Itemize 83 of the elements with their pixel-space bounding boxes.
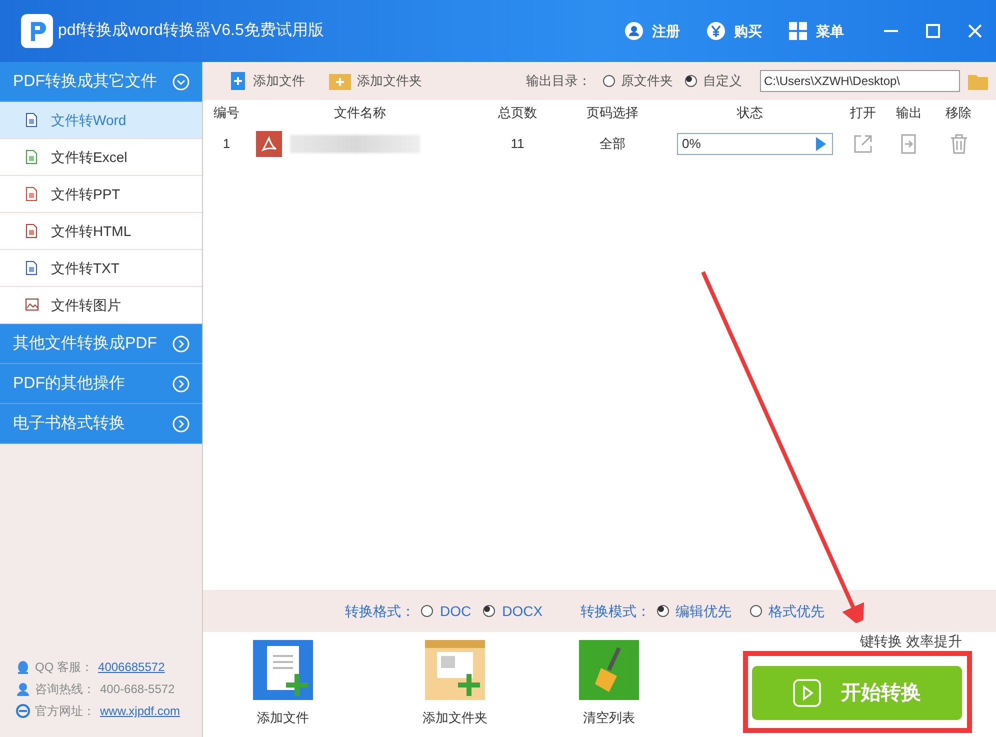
add-folder-icon bbox=[329, 71, 351, 91]
pdf-icon bbox=[256, 131, 282, 157]
toolbar-button[interactable]: 添加文件 bbox=[229, 71, 305, 91]
sidebar-item[interactable]: 文件转TXT bbox=[0, 250, 202, 287]
radio-label: DOC bbox=[440, 602, 472, 620]
contact-label: 咨询热线： bbox=[35, 681, 95, 698]
radio-label: 原文件夹 bbox=[621, 72, 673, 90]
column-header: 状态 bbox=[736, 104, 764, 122]
radio-button[interactable] bbox=[656, 605, 669, 617]
window-title: pdf转换成word转换器V6.5免费试用版 bbox=[58, 20, 324, 41]
radio-button[interactable] bbox=[421, 605, 433, 617]
radio-button[interactable] bbox=[603, 75, 615, 87]
title-bar-button[interactable]: 注册 bbox=[624, 20, 680, 42]
document-icon bbox=[25, 149, 39, 165]
radio-button[interactable] bbox=[685, 75, 697, 87]
column-header: 打开 bbox=[849, 104, 877, 122]
document-icon bbox=[25, 260, 39, 276]
contact-value: 400-668-5572 bbox=[100, 681, 175, 698]
expand-icon bbox=[172, 334, 190, 352]
sidebar-item[interactable]: 文件转PPT bbox=[0, 176, 202, 213]
contact-label: QQ 客服： bbox=[35, 659, 94, 676]
image-file-icon bbox=[25, 297, 39, 313]
toolbar-button[interactable]: 添加文件夹 bbox=[329, 71, 422, 91]
trash-icon[interactable] bbox=[948, 134, 968, 154]
document-icon bbox=[25, 112, 39, 128]
grid-icon bbox=[788, 21, 808, 41]
close-icon[interactable] bbox=[968, 24, 982, 38]
radio-label: DOCX bbox=[502, 602, 543, 620]
expand-icon bbox=[172, 414, 190, 432]
table-cell-text: 1 bbox=[222, 135, 232, 154]
collapse-icon bbox=[172, 72, 190, 90]
title-bar-button[interactable]: 菜单 bbox=[788, 20, 844, 42]
action-button[interactable]: 添加文件夹 bbox=[405, 640, 505, 728]
broom-icon bbox=[579, 640, 639, 700]
expand-icon bbox=[172, 374, 190, 392]
radio-label: 自定义 bbox=[703, 72, 742, 90]
add-file-icon bbox=[229, 72, 247, 90]
radio-label: 编辑优先 bbox=[676, 602, 732, 620]
play-icon bbox=[793, 679, 821, 707]
sidebar-item[interactable]: 文件转HTML bbox=[0, 213, 202, 250]
app-logo-icon bbox=[20, 13, 54, 49]
column-header: 输出 bbox=[895, 104, 923, 122]
radio-button[interactable] bbox=[483, 605, 496, 617]
sidebar-item[interactable]: 文件转Excel bbox=[0, 139, 202, 176]
contact-label: 官方网址： bbox=[35, 703, 95, 720]
output-path-field[interactable]: C:\Users\XZWH\Desktop\ bbox=[760, 70, 960, 92]
column-header: 移除 bbox=[944, 104, 972, 122]
add-file-icon bbox=[253, 640, 313, 700]
output-label: 输出目录： bbox=[526, 72, 591, 90]
sidebar-group-header[interactable]: 电子书格式转换 bbox=[0, 404, 202, 444]
column-header: 总页数 bbox=[497, 104, 538, 122]
document-icon bbox=[25, 186, 39, 202]
headset-icon bbox=[16, 682, 30, 696]
external-link-icon[interactable] bbox=[853, 134, 873, 154]
sidebar-item[interactable]: 文件转Word bbox=[0, 102, 202, 139]
table-cell-text: 全部 bbox=[598, 135, 626, 154]
action-button[interactable]: 清空列表 bbox=[559, 640, 659, 728]
yen-icon bbox=[706, 21, 726, 41]
add-folder-icon bbox=[425, 640, 485, 700]
column-header: 页码选择 bbox=[586, 104, 640, 122]
radio-label: 格式优先 bbox=[768, 602, 825, 620]
start-hint: 键转换 效率提升 bbox=[860, 633, 962, 649]
radio-button[interactable] bbox=[750, 605, 762, 617]
contact-link[interactable]: www.xjpdf.com bbox=[100, 702, 180, 720]
mode-label: 转换模式： bbox=[580, 602, 651, 620]
sidebar-item[interactable]: 文件转图片 bbox=[0, 287, 202, 324]
sidebar-group-header[interactable]: PDF的其他操作 bbox=[0, 364, 202, 404]
maximize-icon[interactable] bbox=[926, 24, 940, 38]
column-header: 编号 bbox=[212, 104, 240, 122]
column-header: 文件名称 bbox=[333, 104, 387, 122]
sidebar-group-header[interactable]: 其他文件转换成PDF bbox=[0, 324, 202, 364]
sidebar-group-header[interactable]: PDF转换成其它文件 bbox=[0, 62, 202, 102]
document-icon bbox=[25, 223, 39, 239]
progress-text: 0% bbox=[681, 135, 701, 154]
contact-link[interactable]: 4006685572 bbox=[98, 658, 165, 676]
format-label: 转换格式： bbox=[345, 602, 415, 620]
user-icon bbox=[624, 21, 644, 41]
action-button[interactable]: 添加文件 bbox=[233, 640, 333, 728]
table-cell-text: 11 bbox=[510, 135, 526, 154]
play-icon[interactable] bbox=[816, 137, 826, 151]
title-bar-button[interactable]: 购买 bbox=[706, 20, 762, 42]
export-icon[interactable] bbox=[899, 134, 919, 154]
penguin-icon bbox=[16, 660, 30, 674]
